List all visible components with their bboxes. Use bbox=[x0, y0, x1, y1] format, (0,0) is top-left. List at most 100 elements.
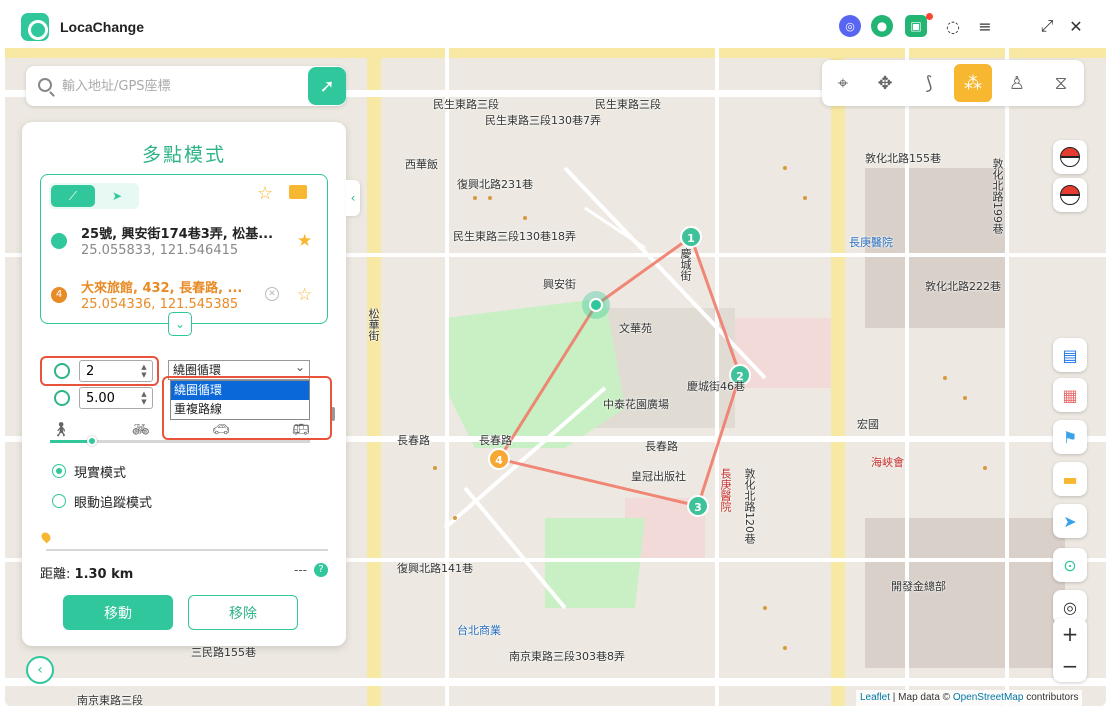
attribution-suffix: contributors bbox=[1023, 692, 1079, 703]
svg-text:3: 3 bbox=[694, 501, 702, 514]
attribution-text: | Map data © bbox=[890, 692, 953, 703]
map-label: 敦化北路120巷 bbox=[743, 468, 756, 544]
favorite-star-icon[interactable]: ☆ bbox=[257, 183, 273, 204]
menu-icon[interactable]: ≡ bbox=[974, 15, 996, 37]
point-name: 25號, 興安街174巷3弄, 松基... bbox=[81, 227, 274, 242]
pokeball-icon bbox=[1060, 147, 1080, 167]
clear-button[interactable]: 移除 bbox=[188, 595, 298, 630]
map-label: 開發金總部 bbox=[891, 580, 946, 593]
collapse-panel-icon[interactable]: ‹ bbox=[346, 180, 360, 216]
speed-slider-fill bbox=[50, 440, 92, 443]
car-icon[interactable]: 🚗︎ bbox=[212, 422, 230, 438]
point-row[interactable]: 25號, 興安街174巷3弄, 松基... 25.055833, 121.546… bbox=[49, 219, 321, 267]
search-input[interactable] bbox=[62, 74, 302, 98]
back-arrow-icon[interactable]: ‹ bbox=[26, 656, 54, 684]
map-label: 敦化北路199巷 bbox=[991, 158, 1004, 234]
stepper-arrows-icon[interactable]: ▲ ▼ bbox=[138, 363, 150, 379]
speed-slider[interactable] bbox=[50, 436, 310, 446]
multi-spot-mode-icon[interactable]: ⁂ bbox=[954, 64, 992, 102]
speed-input[interactable] bbox=[86, 390, 136, 406]
map-label: 敦化北路155巷 bbox=[865, 152, 941, 165]
dropdown-option[interactable]: 繞圈循環 bbox=[171, 381, 309, 400]
speed-slider-handle[interactable] bbox=[86, 436, 97, 446]
briefcase-icon[interactable]: ▣ bbox=[905, 15, 927, 37]
user-icon[interactable]: ● bbox=[871, 15, 893, 37]
search-icon bbox=[38, 78, 52, 92]
move-button[interactable]: 移動 bbox=[63, 595, 173, 630]
route-send-icon[interactable]: ➤ bbox=[97, 185, 137, 207]
point-coords: 25.054336, 121.545385 bbox=[81, 297, 239, 312]
radio-selected-icon[interactable] bbox=[52, 464, 66, 478]
chat-icon[interactable]: ◌ bbox=[942, 15, 964, 37]
joystick-mode-icon[interactable]: ✥ bbox=[866, 64, 904, 102]
speed-stepper[interactable]: ▲▼ bbox=[79, 387, 153, 409]
expand-icon[interactable]: ⤢ bbox=[1036, 15, 1058, 37]
title-bar: LocaChange ◎ ● ▣ ◌ ≡ ⤢ ✕ bbox=[0, 0, 1111, 54]
go-arrow-button[interactable]: ➚ bbox=[308, 67, 346, 105]
star-filled-icon[interactable]: ★ bbox=[297, 231, 312, 251]
leaflet-link[interactable]: Leaflet bbox=[860, 692, 890, 703]
map-label: 慶城街 bbox=[679, 248, 692, 281]
search-bar[interactable] bbox=[26, 66, 346, 106]
map-label: 民生東路三段130巷7弄 bbox=[485, 114, 601, 127]
osm-link[interactable]: OpenStreetMap bbox=[953, 692, 1024, 703]
map-label: 皇冠出版社 bbox=[631, 470, 686, 483]
help-icon[interactable]: ? bbox=[314, 563, 328, 577]
bus-icon[interactable]: 🚌︎ bbox=[292, 422, 310, 438]
pokeball-icon bbox=[1060, 185, 1080, 205]
dropdown-option[interactable]: 重複路線 bbox=[171, 400, 309, 419]
svg-text:1: 1 bbox=[687, 232, 695, 245]
radio-icon[interactable] bbox=[52, 494, 66, 508]
folder-icon[interactable]: ▬ bbox=[1053, 462, 1087, 496]
point-name: 大來旅館, 432, 長春路, ... bbox=[81, 281, 243, 296]
zoom-out-button[interactable]: − bbox=[1053, 650, 1087, 682]
history-mode-icon[interactable]: ⧖ bbox=[1042, 64, 1080, 102]
map-label: 民生東路三段 bbox=[595, 98, 661, 111]
import-folder-icon[interactable] bbox=[289, 185, 307, 199]
map-label: 文華苑 bbox=[619, 322, 652, 335]
repeat-count-input[interactable] bbox=[86, 363, 136, 379]
shirt-icon[interactable]: ⚑ bbox=[1053, 420, 1087, 454]
map-label: 松華街 bbox=[367, 308, 380, 341]
bike-icon[interactable]: 🚲︎ bbox=[132, 422, 150, 438]
discord-icon[interactable]: ◎ bbox=[839, 15, 861, 37]
screen-switch-icon[interactable]: ▤ bbox=[1053, 338, 1087, 372]
pokemon-ball-button[interactable] bbox=[1053, 178, 1087, 212]
point-number-marker: 4 bbox=[51, 287, 67, 303]
map-label: 三民路155巷 bbox=[191, 646, 256, 659]
teleport-mode-icon[interactable]: ⌖ bbox=[824, 64, 862, 102]
stepper-arrows-icon[interactable]: ▲ ▼ bbox=[138, 390, 150, 406]
walk-icon[interactable]: 🚶︎ bbox=[52, 422, 70, 438]
remove-point-icon[interactable]: ✕ bbox=[265, 287, 279, 301]
send-icon[interactable]: ➤ bbox=[1053, 504, 1087, 538]
toggle-icon[interactable]: ⊙ bbox=[1053, 548, 1087, 582]
cards-icon[interactable]: ▦ bbox=[1053, 378, 1087, 412]
map-label: 長春路 bbox=[645, 440, 678, 453]
app-window: LocaChange ◎ ● ▣ ◌ ≡ ⤢ ✕ 1 2 3 4 民生東路三段 … bbox=[0, 0, 1111, 711]
point-coords: 25.055833, 121.546415 bbox=[81, 243, 239, 258]
map-label: 宏國 bbox=[857, 418, 879, 431]
route-line-icon[interactable]: ⟋ bbox=[51, 185, 95, 207]
map-label: 南京東路三段 bbox=[77, 694, 143, 706]
speed-gauge-icon bbox=[54, 390, 70, 406]
map-label: 敦化北路222巷 bbox=[925, 280, 1001, 293]
map-label: 長春路 bbox=[397, 434, 430, 447]
route-type-toggle[interactable]: ⟋ ➤ bbox=[49, 183, 139, 209]
map-label: 復興北路141巷 bbox=[397, 562, 473, 575]
mode-toolbar: ⌖ ✥ ⟆ ⁂ ♙ ⧖ bbox=[822, 60, 1084, 106]
expand-list-icon[interactable]: ⌄ bbox=[168, 312, 192, 336]
zoom-controls: + − bbox=[1053, 618, 1087, 682]
single-user-mode-icon[interactable]: ♙ bbox=[998, 64, 1036, 102]
timer-icon bbox=[54, 363, 70, 379]
distance-value: 1.30 km bbox=[74, 567, 134, 582]
route-progress-bar bbox=[46, 549, 328, 551]
star-outline-icon[interactable]: ☆ bbox=[297, 285, 312, 305]
distance-label: 距離: bbox=[40, 567, 71, 582]
map-label: 興安街 bbox=[543, 278, 576, 291]
zoom-in-button[interactable]: + bbox=[1053, 618, 1087, 650]
pokemon-ball-button[interactable] bbox=[1053, 140, 1087, 174]
repeat-count-stepper[interactable]: ▲▼ bbox=[79, 360, 153, 382]
close-icon[interactable]: ✕ bbox=[1065, 15, 1087, 37]
two-spot-mode-icon[interactable]: ⟆ bbox=[910, 64, 948, 102]
realistic-mode-label: 現實模式 bbox=[74, 466, 127, 481]
